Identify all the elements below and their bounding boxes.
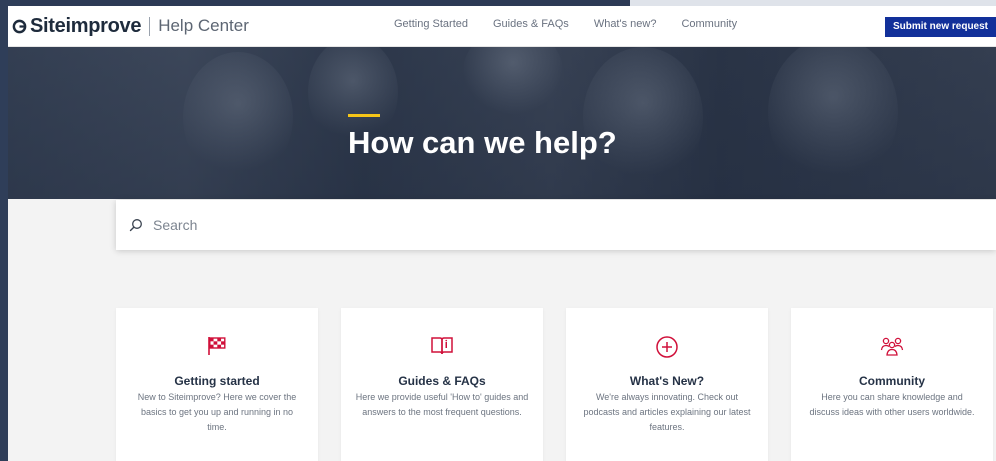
card-title: What's New? bbox=[629, 374, 705, 388]
card-title: Guides & FAQs bbox=[398, 374, 486, 388]
brand-name: Siteimprove bbox=[30, 14, 142, 37]
brand-subtitle: Help Center bbox=[158, 16, 249, 35]
card-whats-new[interactable]: What's New? We're always innovating. Che… bbox=[566, 308, 768, 461]
search-bar[interactable] bbox=[116, 200, 996, 250]
book-icon bbox=[431, 337, 453, 355]
logo-divider bbox=[149, 16, 151, 36]
card-description: New to Siteimprove? Here we cover the ba… bbox=[137, 392, 297, 432]
card-community[interactable]: Community Here you can share knowledge a… bbox=[791, 308, 993, 461]
hero-overlay bbox=[8, 47, 996, 199]
nav-community[interactable]: Community bbox=[681, 18, 737, 30]
hero-title: How can we help? bbox=[348, 125, 617, 160]
people-group-icon bbox=[880, 337, 904, 356]
main-nav: Getting Started Guides & FAQs What's new… bbox=[394, 18, 762, 30]
card-guides-faqs[interactable]: Guides & FAQs Here we provide useful 'Ho… bbox=[341, 308, 543, 461]
hero-banner: How can we help? bbox=[8, 47, 996, 199]
nav-guides-faqs[interactable]: Guides & FAQs bbox=[493, 18, 569, 30]
site-header: Siteimprove Help Center Getting Started … bbox=[8, 6, 996, 47]
card-description: We're always innovating. Check out podca… bbox=[583, 392, 751, 432]
search-icon bbox=[129, 219, 142, 232]
card-title: Getting started bbox=[174, 374, 260, 388]
plus-circle-icon bbox=[656, 336, 678, 358]
submit-request-button[interactable]: Submit new request bbox=[884, 17, 996, 37]
card-description: Here we provide useful 'How to' guides a… bbox=[355, 392, 529, 417]
nav-getting-started[interactable]: Getting Started bbox=[394, 18, 468, 30]
nav-whats-new[interactable]: What's new? bbox=[594, 18, 657, 30]
search-input[interactable] bbox=[151, 216, 955, 234]
checkered-flag-icon bbox=[208, 337, 226, 355]
siteimprove-logo[interactable]: Siteimprove Help Center bbox=[12, 14, 249, 38]
card-description: Here you can share knowledge and discuss… bbox=[809, 392, 975, 417]
siteimprove-logo-icon bbox=[12, 19, 27, 33]
hero-accent-bar bbox=[348, 114, 380, 117]
category-cards: Getting started New to Siteimprove? Here… bbox=[8, 308, 996, 461]
card-title: Community bbox=[859, 374, 925, 388]
card-getting-started[interactable]: Getting started New to Siteimprove? Here… bbox=[116, 308, 318, 461]
browser-window: Siteimprove Help Center Getting Started … bbox=[8, 6, 996, 461]
